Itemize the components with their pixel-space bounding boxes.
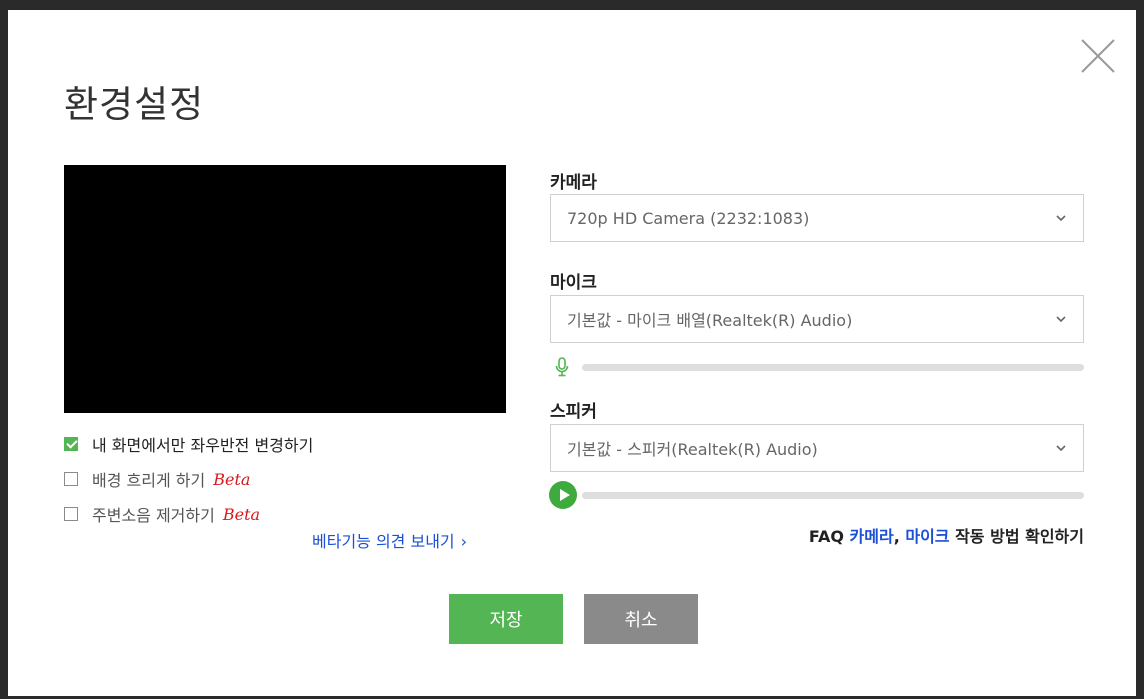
mic-level-meter [582,364,1084,371]
camera-select-value: 720p HD Camera (2232:1083) [567,208,810,228]
faq-line: FAQ 카메라, 마이크 작동 방법 확인하기 [809,523,1084,547]
faq-suffix: 작동 방법 확인하기 [949,527,1084,546]
noise-removal-option[interactable]: 주변소음 제거하기 Beta [64,502,260,526]
checkbox-icon[interactable] [64,472,78,486]
beta-badge: Beta [213,469,251,489]
speaker-label: 스피커 [550,402,597,422]
blur-background-label: 배경 흐리게 하기 [92,471,206,490]
beta-feedback-link[interactable]: 베타기능 의견 보내기 › [312,528,467,552]
mic-select[interactable]: 기본값 - 마이크 배열(Realtek(R) Audio) [550,295,1084,343]
camera-label: 카메라 [550,173,597,193]
beta-feedback-label: 베타기능 의견 보내기 [312,532,455,551]
faq-prefix: FAQ [808,527,850,546]
play-icon[interactable] [549,481,577,509]
faq-mic-link[interactable]: 마이크 [905,527,949,546]
camera-select[interactable]: 720p HD Camera (2232:1083) [550,194,1084,242]
speaker-select[interactable]: 기본값 - 스피커(Realtek(R) Audio) [550,424,1084,472]
mirror-option-label: 내 화면에서만 좌우반전 변경하기 [92,436,314,455]
blur-background-option[interactable]: 배경 흐리게 하기 Beta [64,467,250,491]
save-button[interactable]: 저장 [449,594,563,644]
microphone-icon [555,357,569,377]
mic-select-value: 기본값 - 마이크 배열(Realtek(R) Audio) [567,311,853,330]
mic-label: 마이크 [550,273,597,293]
mirror-option[interactable]: 내 화면에서만 좌우반전 변경하기 [64,432,313,456]
speaker-level-meter [582,492,1084,499]
faq-comma: , [893,527,906,546]
noise-removal-label: 주변소음 제거하기 [92,506,215,525]
chevron-down-icon [1056,215,1066,222]
chevron-down-icon [1056,316,1066,323]
settings-dialog: 환경설정 내 화면에서만 좌우반전 변경하기 배경 흐리게 하기 Beta 주변… [8,10,1136,696]
chevron-right-icon: › [460,532,468,551]
speaker-select-value: 기본값 - 스피커(Realtek(R) Audio) [567,440,818,459]
dialog-title: 환경설정 [64,83,205,126]
camera-preview [64,165,506,413]
chevron-down-icon [1056,445,1066,452]
beta-badge: Beta [222,504,261,524]
close-icon[interactable] [1078,36,1118,76]
checkbox-icon[interactable] [64,507,78,521]
checkbox-checked-icon[interactable] [64,437,78,451]
faq-camera-link[interactable]: 카메라 [850,527,894,546]
cancel-button[interactable]: 취소 [584,594,698,644]
